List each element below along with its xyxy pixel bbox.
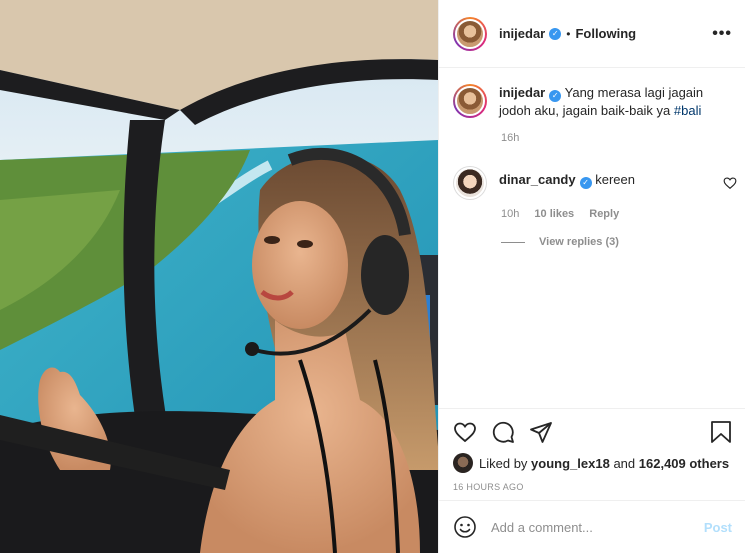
view-replies-button[interactable]: View replies (3) bbox=[501, 236, 737, 248]
comment-heart-icon[interactable] bbox=[723, 176, 737, 190]
hashtag-link[interactable]: #bali bbox=[674, 103, 701, 118]
post-header: inijedar ✓ • Following ••• bbox=[439, 0, 745, 68]
liker-username[interactable]: young_lex18 bbox=[531, 456, 610, 471]
liked-by-middle: and bbox=[613, 455, 636, 471]
comment-age: 10h bbox=[501, 208, 520, 220]
likes-count[interactable]: 162,409 others bbox=[639, 456, 729, 471]
post-caption: inijedar ✓ Yang merasa lagi jagain jodoh … bbox=[453, 84, 733, 144]
comment-likes[interactable]: 10 likes bbox=[534, 208, 574, 220]
header-separator: • bbox=[566, 26, 571, 41]
post-photo[interactable] bbox=[0, 0, 438, 553]
author-avatar[interactable] bbox=[453, 16, 487, 51]
commenter-username[interactable]: dinar_candy bbox=[499, 172, 576, 187]
caption-avatar[interactable] bbox=[453, 84, 487, 118]
view-replies-label[interactable]: View replies (3) bbox=[539, 236, 619, 248]
comment-text-block: dinar_candy ✓ kereen bbox=[499, 166, 729, 200]
caption-text-block: inijedar ✓ Yang merasa lagi jagain jodoh … bbox=[499, 84, 729, 120]
caption-username[interactable]: inijedar bbox=[499, 85, 545, 100]
commenter-avatar[interactable] bbox=[453, 166, 487, 200]
post-side-panel: inijedar ✓ • Following ••• inijedar ✓ Yan… bbox=[438, 0, 745, 553]
more-icon[interactable]: ••• bbox=[712, 25, 732, 43]
action-icons bbox=[453, 419, 732, 445]
verified-icon: ✓ bbox=[549, 27, 562, 40]
add-comment-bar: Add a comment... Post bbox=[439, 500, 745, 553]
post-timestamp[interactable]: 16 HOURS AGO bbox=[453, 482, 732, 492]
caption-meta: 16h bbox=[501, 132, 733, 144]
reply-button[interactable]: Reply bbox=[589, 208, 619, 220]
share-icon[interactable] bbox=[529, 420, 553, 444]
caption-age: 16h bbox=[501, 132, 520, 144]
heart-icon[interactable] bbox=[453, 420, 477, 444]
author-username[interactable]: inijedar bbox=[499, 26, 545, 41]
post-button[interactable]: Post bbox=[704, 520, 732, 535]
replies-divider bbox=[501, 241, 525, 243]
following-button[interactable]: Following bbox=[575, 26, 636, 41]
comment-item: dinar_candy ✓ kereen 10h 10 likes Reply V… bbox=[453, 166, 737, 248]
verified-icon: ✓ bbox=[579, 177, 592, 189]
comment-meta: 10h 10 likes Reply bbox=[501, 208, 737, 220]
helicopter-photo-illustration bbox=[0, 0, 438, 553]
comment-icon[interactable] bbox=[491, 420, 515, 444]
verified-icon: ✓ bbox=[549, 90, 562, 102]
liked-by-line: Liked by young_lex18 and 162,409 others bbox=[453, 453, 732, 473]
liked-by-prefix: Liked by bbox=[479, 455, 528, 471]
emoji-icon[interactable] bbox=[453, 515, 477, 539]
bookmark-icon[interactable] bbox=[710, 420, 732, 444]
action-section: Liked by young_lex18 and 162,409 others … bbox=[439, 408, 745, 492]
liker-avatar[interactable] bbox=[453, 453, 473, 473]
comment-text: kereen bbox=[595, 172, 635, 187]
comment-input[interactable]: Add a comment... bbox=[491, 520, 704, 535]
